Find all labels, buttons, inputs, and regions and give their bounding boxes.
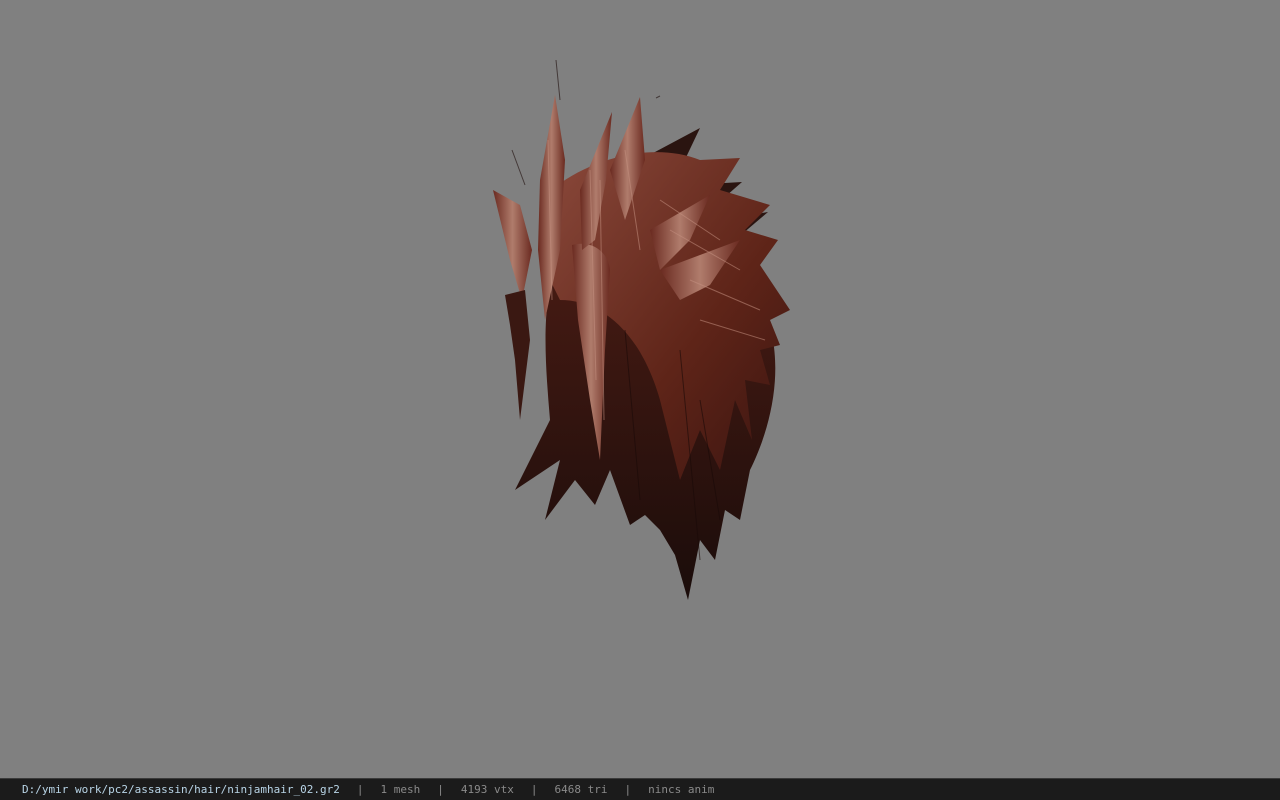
- file-path: D:/ymir work/pc2/assassin/hair/ninjamhai…: [22, 783, 340, 796]
- mesh-count: 1 mesh: [380, 783, 421, 796]
- hair-model: [493, 59, 790, 600]
- hair-front-strand: [493, 190, 532, 300]
- status-separator: |: [624, 783, 632, 796]
- vertex-count: 4193 vtx: [460, 783, 514, 796]
- 3d-viewport[interactable]: [0, 0, 1280, 778]
- status-separator: |: [530, 783, 538, 796]
- animation-status: nincs anim: [648, 783, 715, 796]
- status-separator: |: [437, 783, 444, 796]
- status-separator: |: [356, 783, 364, 796]
- hair-side-lock: [505, 290, 530, 420]
- status-bar: D:/ymir work/pc2/assassin/hair/ninjamhai…: [0, 778, 1280, 800]
- triangle-count: 6468 tri: [554, 783, 608, 796]
